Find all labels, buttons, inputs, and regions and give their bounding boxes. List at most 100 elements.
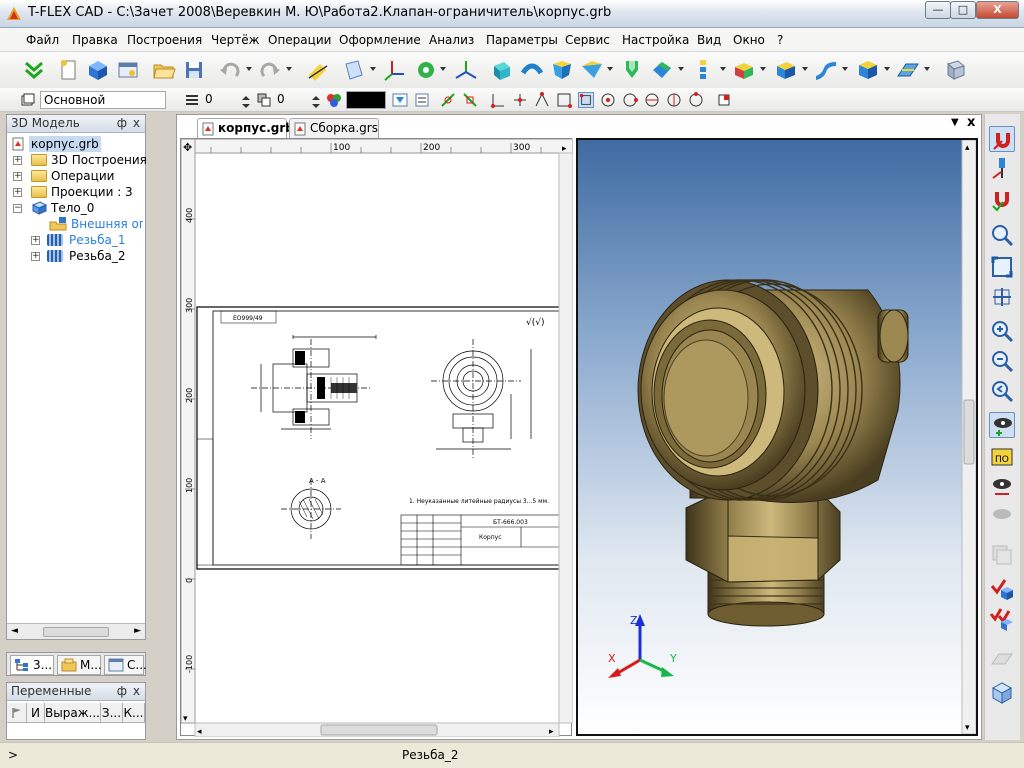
snap-2-icon[interactable] (462, 92, 478, 108)
scroll-right-arrow-h-icon[interactable]: ▸ (549, 727, 554, 737)
flag-column-header[interactable] (7, 703, 27, 723)
3d-viewport[interactable]: Z X Y ▴ ▾ (576, 138, 978, 736)
pin-icon[interactable]: ф (117, 683, 127, 700)
tree-item-thread-1[interactable]: + Резьба_1 (13, 232, 143, 248)
filter-icon[interactable] (392, 92, 408, 108)
expression-column-header[interactable]: Выраж... (45, 703, 101, 723)
snap-icon[interactable] (440, 92, 456, 108)
new-assembly-icon[interactable] (116, 58, 140, 82)
hide-icon[interactable] (989, 474, 1015, 500)
tree-item-projections[interactable]: + Проекции : 3 (13, 184, 143, 200)
snap-11-icon[interactable] (666, 92, 682, 108)
surface-icon[interactable] (814, 58, 838, 82)
menu-construct[interactable]: Построения (127, 33, 202, 47)
close-button[interactable]: X (976, 1, 1019, 19)
lcs-icon[interactable] (382, 58, 406, 82)
pin-icon[interactable]: ф (117, 115, 127, 132)
body-icon[interactable] (856, 58, 880, 82)
menu-design[interactable]: Оформление (339, 33, 421, 47)
copy-view-icon[interactable] (989, 542, 1015, 568)
snap-6-icon[interactable] (556, 92, 572, 108)
show-all-icon[interactable]: ПО (989, 444, 1015, 470)
menu-operations[interactable]: Операции (268, 33, 331, 47)
scroll-thumb[interactable] (43, 627, 109, 637)
layer-field[interactable]: Основной (40, 91, 166, 109)
scroll-left-icon[interactable]: ◄ (11, 626, 18, 636)
hide-disabled-icon[interactable] (989, 502, 1015, 528)
undo-icon[interactable] (218, 58, 242, 82)
expand-toolbar-icon[interactable] (22, 58, 46, 82)
check-all-icon[interactable] (989, 606, 1015, 632)
menu-analysis[interactable]: Анализ (429, 33, 474, 47)
title-bar[interactable]: T-FLEX CAD - C:\Зачет 2008\Веревкин М. Ю… (0, 0, 1024, 28)
zoom-out-icon[interactable] (989, 348, 1015, 374)
pattern-surface-icon[interactable] (896, 58, 920, 82)
snap-7-icon[interactable] (578, 92, 594, 108)
extrusion-icon[interactable] (490, 58, 514, 82)
tab-assembly-document[interactable]: Сборка.grs (289, 118, 379, 138)
zoom-window-icon[interactable] (989, 222, 1015, 248)
boolean-icon[interactable] (620, 58, 644, 82)
pin-tool-icon[interactable] (989, 156, 1015, 182)
snap-9-icon[interactable] (622, 92, 638, 108)
comment-column-header[interactable]: К... (123, 703, 145, 723)
open-file-icon[interactable] (152, 58, 176, 82)
menu-edit[interactable]: Правка (72, 33, 118, 47)
menu-service[interactable]: Сервис (565, 33, 610, 47)
menu-settings[interactable]: Настройка (622, 33, 689, 47)
array-icon[interactable] (692, 58, 716, 82)
check-model-icon[interactable] (989, 576, 1015, 602)
snap-settings-icon[interactable] (716, 92, 732, 108)
scroll-right-arrow-icon[interactable]: ▸ (562, 144, 567, 154)
snap-10-icon[interactable] (644, 92, 660, 108)
spin-arrows-icon[interactable] (238, 94, 254, 110)
minimize-button[interactable]: — (925, 1, 951, 19)
tab-body-document[interactable]: корпус.grb (197, 118, 294, 138)
tree-item-external-operation[interactable]: Внешняя опера (13, 216, 143, 232)
expand-icon[interactable]: + (13, 188, 22, 197)
close-panel-icon[interactable]: x (133, 683, 140, 700)
snap-4-icon[interactable] (512, 92, 528, 108)
loft-icon[interactable] (550, 58, 574, 82)
horizontal-scrollbar[interactable]: ◄ ► (7, 623, 145, 639)
chamfer-icon[interactable] (774, 58, 798, 82)
shell-icon[interactable] (732, 58, 756, 82)
tree-item-3d-constructions[interactable]: + 3D Построения (13, 152, 147, 168)
section-plane-icon[interactable] (989, 648, 1015, 674)
scroll-left-arrow-icon[interactable]: ◂ (197, 727, 202, 737)
save-icon[interactable] (182, 58, 206, 82)
zoom-all-icon[interactable] (989, 254, 1015, 280)
color-swatch[interactable] (346, 91, 386, 109)
snap-3-icon[interactable] (490, 92, 506, 108)
3d-scroll-thumb[interactable] (963, 399, 975, 465)
new-3d-model-icon[interactable] (86, 58, 110, 82)
3d-node-icon[interactable] (454, 58, 478, 82)
snap-12-icon[interactable] (688, 92, 704, 108)
menu-view[interactable]: Вид (697, 33, 721, 47)
close-document-icon[interactable]: x (967, 115, 975, 130)
maximize-button[interactable]: □ (950, 1, 976, 19)
tab-3d-model[interactable]: 3... (10, 655, 54, 675)
zoom-fit-icon[interactable] (989, 284, 1015, 310)
tree-item-operations[interactable]: + Операции (13, 168, 143, 184)
expand-icon[interactable]: + (31, 236, 40, 245)
expand-icon[interactable]: + (13, 172, 22, 181)
magnet-snap-off-icon[interactable] (989, 126, 1015, 152)
tab-structure[interactable]: С... (104, 655, 147, 675)
snap-8-icon[interactable] (600, 92, 616, 108)
drawing-view[interactable]: 100 200 300 400 300 200 100 0 -100 ✥ ЕО9… (180, 138, 573, 737)
sketch-icon[interactable] (306, 58, 330, 82)
magnet-snap-on-icon[interactable] (989, 188, 1015, 214)
move-view-icon[interactable]: ✥ (183, 141, 192, 154)
menu-help[interactable]: ? (777, 33, 783, 47)
scroll-down-arrow-icon[interactable]: ▾ (183, 714, 188, 724)
scroll-right-icon[interactable]: ► (134, 626, 141, 636)
redo-icon[interactable] (258, 58, 282, 82)
expand-icon[interactable]: + (13, 156, 22, 165)
view-cube-icon[interactable] (989, 680, 1015, 706)
properties-list-icon[interactable] (414, 92, 430, 108)
show-hide-icon[interactable] (989, 412, 1015, 438)
spin-arrows-2-icon[interactable] (308, 94, 324, 110)
fillet-icon[interactable] (650, 58, 674, 82)
menu-window[interactable]: Окно (733, 33, 765, 47)
